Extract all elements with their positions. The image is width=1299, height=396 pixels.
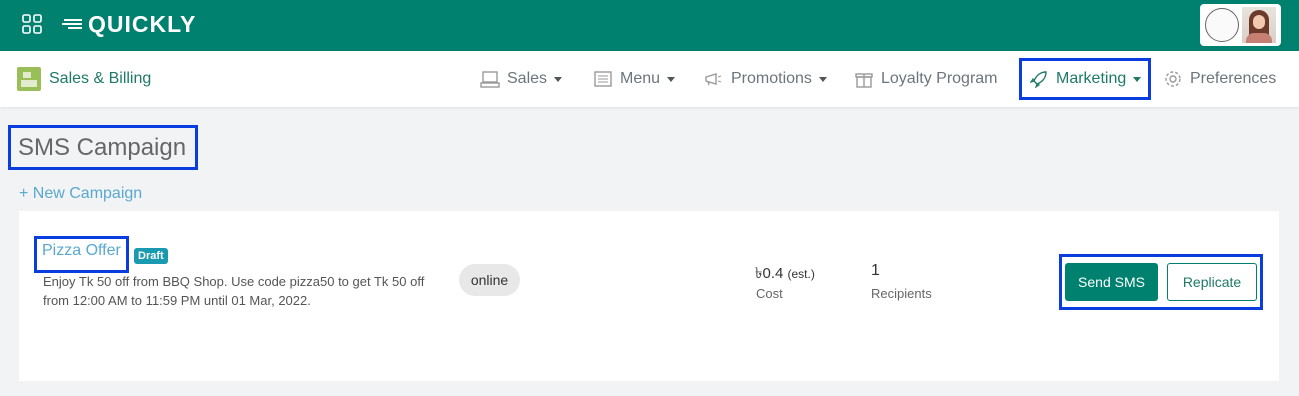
page-title: SMS Campaign	[8, 125, 198, 170]
campaign-name-link[interactable]: Pizza Offer	[34, 236, 129, 273]
chevron-down-icon	[1133, 76, 1142, 82]
chevron-down-icon	[554, 76, 563, 82]
cost-amount: ৳0.4	[755, 265, 784, 282]
business-logo	[1204, 8, 1239, 42]
brand-link[interactable]: Sales & Billing	[17, 67, 151, 91]
status-badge: Draft	[134, 248, 168, 264]
gift-icon	[854, 70, 874, 88]
menu-icon	[593, 70, 613, 88]
speed-lines-icon	[62, 19, 82, 29]
nav-sales[interactable]: Sales	[480, 51, 563, 107]
recipients-value: 1	[871, 262, 880, 279]
send-sms-button[interactable]: Send SMS	[1065, 263, 1158, 301]
nav-loyalty-program[interactable]: Loyalty Program	[854, 51, 998, 107]
campaign-card: Pizza Offer Draft Enjoy Tk 50 off from B…	[19, 211, 1279, 381]
new-campaign-link[interactable]: + New Campaign	[19, 185, 142, 203]
user-avatar	[1242, 7, 1277, 43]
cost-est-note: (est.)	[787, 267, 815, 281]
top-bar: QUICKLY	[0, 0, 1299, 51]
nav-marketing-label: Marketing	[1056, 70, 1127, 87]
nav-menu[interactable]: Menu	[593, 51, 676, 107]
channel-pill: online	[459, 264, 520, 296]
nav-menu-label: Menu	[620, 70, 661, 87]
chevron-down-icon	[818, 76, 827, 82]
recipients-label: Recipients	[871, 286, 932, 301]
nav-marketing[interactable]: Marketing	[1018, 58, 1152, 100]
campaign-description: Enjoy Tk 50 off from BBQ Shop. Use code …	[43, 274, 425, 308]
gear-icon	[1163, 70, 1183, 88]
megaphone-icon	[704, 70, 724, 88]
rocket-icon	[1029, 70, 1049, 88]
logo-text: QUICKLY	[88, 10, 197, 37]
cost-value: ৳0.4 (est.)	[755, 262, 815, 287]
replicate-button[interactable]: Replicate	[1167, 263, 1257, 301]
nav-bar: Sales & Billing Sales Menu Promotions Lo…	[0, 51, 1299, 107]
chevron-down-icon	[667, 76, 676, 82]
cash-register-icon	[17, 67, 41, 91]
nav-loyalty-label: Loyalty Program	[881, 70, 998, 87]
nav-sales-label: Sales	[507, 70, 548, 87]
register-icon	[480, 70, 500, 88]
app-logo[interactable]: QUICKLY	[62, 10, 196, 38]
nav-preferences[interactable]: Preferences	[1163, 51, 1276, 107]
nav-promotions-label: Promotions	[731, 70, 812, 87]
account-menu[interactable]	[1200, 4, 1281, 46]
nav-preferences-label: Preferences	[1190, 70, 1277, 87]
brand-label: Sales & Billing	[49, 70, 152, 87]
nav-promotions[interactable]: Promotions	[704, 51, 827, 107]
apps-grid-icon[interactable]	[22, 14, 42, 34]
cost-label: Cost	[756, 286, 783, 301]
campaign-actions: Send SMS Replicate	[1059, 254, 1263, 310]
